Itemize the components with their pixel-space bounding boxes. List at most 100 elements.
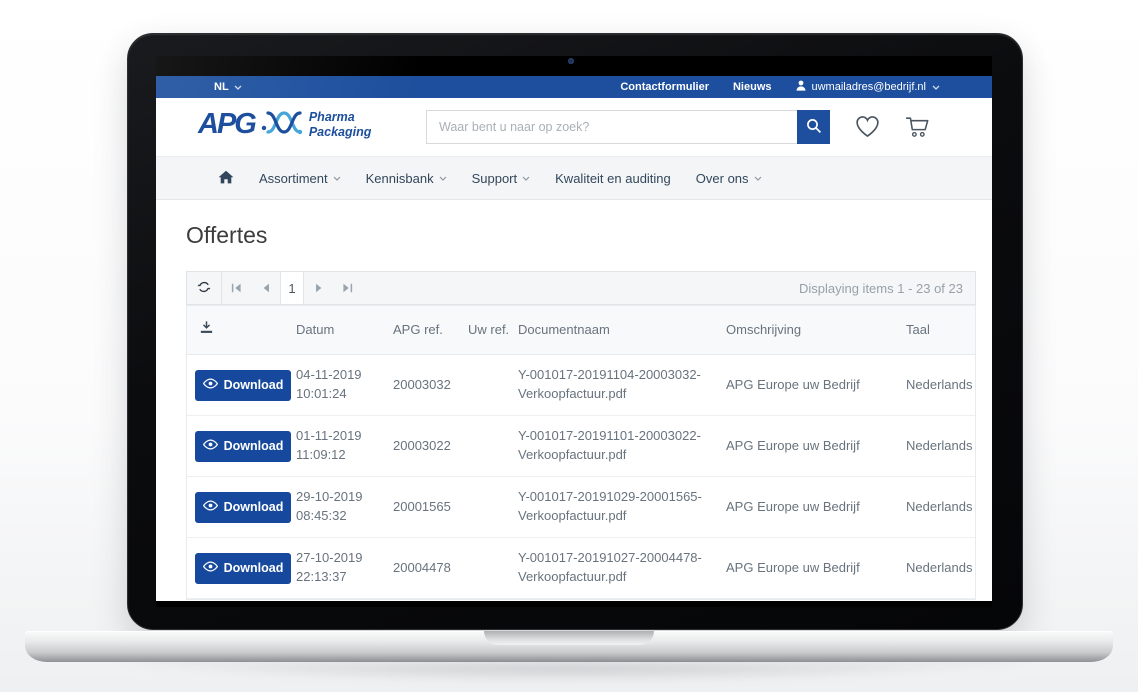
nav-home-button[interactable] [218, 170, 234, 187]
next-page-button[interactable] [304, 272, 333, 304]
contact-form-link[interactable]: Contactformulier [620, 81, 709, 93]
news-link[interactable]: Nieuws [733, 81, 772, 93]
prev-page-icon [262, 281, 270, 296]
datum-cell: 04-11-2019 10:01:24 [292, 366, 389, 404]
heart-icon [854, 127, 881, 142]
search-bar [426, 110, 830, 144]
chevron-down-icon [234, 85, 242, 90]
language-switcher[interactable]: NL [214, 81, 242, 93]
download-cell: Download [187, 370, 292, 401]
time: 08:45:32 [296, 507, 385, 526]
wishlist-button[interactable] [854, 114, 881, 142]
table-row: Download 29-10-2019 08:45:32 20001565 Y-… [187, 477, 975, 538]
download-button-label: Download [224, 439, 284, 453]
apg-logo[interactable]: APG Pharma Packaging [198, 108, 371, 141]
nav-item-over-ons[interactable]: Over ons [688, 171, 770, 186]
apg-ref-cell: 20003032 [389, 376, 464, 395]
column-header-apg-ref: APG ref. [389, 321, 464, 340]
download-button[interactable]: Download [195, 431, 291, 462]
time: 10:01:24 [296, 385, 385, 404]
last-page-button[interactable] [333, 272, 362, 304]
eye-icon [203, 561, 218, 575]
last-page-icon [342, 281, 353, 296]
logo-tagline-line1: Pharma [309, 110, 372, 124]
datum-cell: 27-10-2019 22:13:37 [292, 549, 389, 587]
documentnaam-cell: Y-001017-20191027-20004478-Verkoopfactuu… [514, 549, 722, 587]
date: 01-11-2019 [296, 427, 385, 446]
logo-wordmark: APG [198, 110, 255, 139]
download-button[interactable]: Download [195, 553, 291, 584]
chevron-down-icon [932, 85, 940, 90]
chevron-down-icon [333, 176, 341, 181]
site-header: APG Pharma Packaging [156, 98, 992, 156]
table-header-row: Datum APG ref. Uw ref. Documentnaam Omsc… [187, 305, 975, 355]
nav-item-label: Assortiment [259, 171, 328, 186]
nav-item-label: Support [472, 171, 518, 186]
date: 27-10-2019 [296, 549, 385, 568]
page-title: Offertes [186, 222, 267, 249]
apg-ref-cell: 20001565 [389, 498, 464, 517]
chevron-down-icon [754, 176, 762, 181]
home-icon [218, 170, 234, 187]
table-row: Download 27-10-2019 22:13:37 20004478 Y-… [187, 538, 975, 599]
user-email: uwmailadres@bedrijf.nl [812, 81, 927, 93]
first-page-icon [231, 281, 242, 296]
column-header-uw-ref: Uw ref. [464, 321, 514, 340]
column-header-omschrijving: Omschrijving [722, 321, 902, 340]
taal-cell: Nederlands [902, 376, 975, 395]
laptop-base-notch [484, 631, 654, 645]
chevron-down-icon [439, 176, 447, 181]
eye-icon [203, 439, 218, 453]
time: 22:13:37 [296, 568, 385, 587]
language-label: NL [214, 81, 229, 93]
column-header-documentnaam: Documentnaam [514, 321, 722, 340]
download-button-label: Download [224, 378, 284, 392]
laptop-shadow [120, 664, 1018, 690]
nav-item-assortiment[interactable]: Assortiment [251, 171, 349, 186]
user-icon [796, 80, 806, 94]
first-page-button[interactable] [222, 272, 251, 304]
search-input[interactable] [426, 110, 797, 144]
logo-tagline-line2: Packaging [309, 125, 372, 139]
nav-item-label: Kennisbank [366, 171, 434, 186]
apg-webshop-page: NL Contactformulier Nieuws u [156, 76, 992, 601]
top-utility-bar: NL Contactformulier Nieuws u [156, 76, 992, 98]
table-row: Download 01-11-2019 11:09:12 20003022 Y-… [187, 416, 975, 477]
cart-button[interactable] [904, 114, 931, 142]
nav-item-kennisbank[interactable]: Kennisbank [358, 171, 455, 186]
download-column-icon [187, 320, 292, 341]
omschrijving-cell: APG Europe uw Bedrijf [722, 376, 902, 395]
datum-cell: 01-11-2019 11:09:12 [292, 427, 389, 465]
download-button[interactable]: Download [195, 492, 291, 523]
column-header-datum: Datum [292, 321, 389, 340]
download-cell: Download [187, 553, 292, 584]
omschrijving-cell: APG Europe uw Bedrijf [722, 498, 902, 517]
taal-cell: Nederlands [902, 498, 975, 517]
main-navigation: Assortiment Kennisbank Support [156, 156, 992, 200]
datum-cell: 29-10-2019 08:45:32 [292, 488, 389, 526]
search-button[interactable] [797, 110, 830, 144]
search-icon [806, 118, 822, 137]
download-button[interactable]: Download [195, 370, 291, 401]
download-cell: Download [187, 492, 292, 523]
apg-ref-cell: 20004478 [389, 559, 464, 578]
taal-cell: Nederlands [902, 559, 975, 578]
topbar-links: Contactformulier Nieuws uwmailadres@bedr… [620, 80, 940, 94]
omschrijving-cell: APG Europe uw Bedrijf [722, 437, 902, 456]
date: 29-10-2019 [296, 488, 385, 507]
refresh-icon [197, 280, 211, 297]
nav-item-support[interactable]: Support [464, 171, 539, 186]
time: 11:09:12 [296, 446, 385, 465]
next-page-icon [315, 281, 323, 296]
nav-item-kwaliteit-en-auditing[interactable]: Kwaliteit en auditing [547, 171, 679, 186]
documentnaam-cell: Y-001017-20191104-20003032-Verkoopfactuu… [514, 366, 722, 404]
pagination-toolbar: 1 Displaying items 1 - 23 of 23 [186, 271, 976, 305]
refresh-button[interactable] [187, 272, 222, 304]
laptop-base [25, 631, 1113, 662]
column-header-taal: Taal [902, 321, 975, 340]
eye-icon [203, 378, 218, 392]
user-account-menu[interactable]: uwmailadres@bedrijf.nl [796, 80, 941, 94]
offertes-table: Datum APG ref. Uw ref. Documentnaam Omsc… [186, 305, 976, 600]
pagination-status: Displaying items 1 - 23 of 23 [799, 281, 975, 296]
prev-page-button[interactable] [251, 272, 280, 304]
